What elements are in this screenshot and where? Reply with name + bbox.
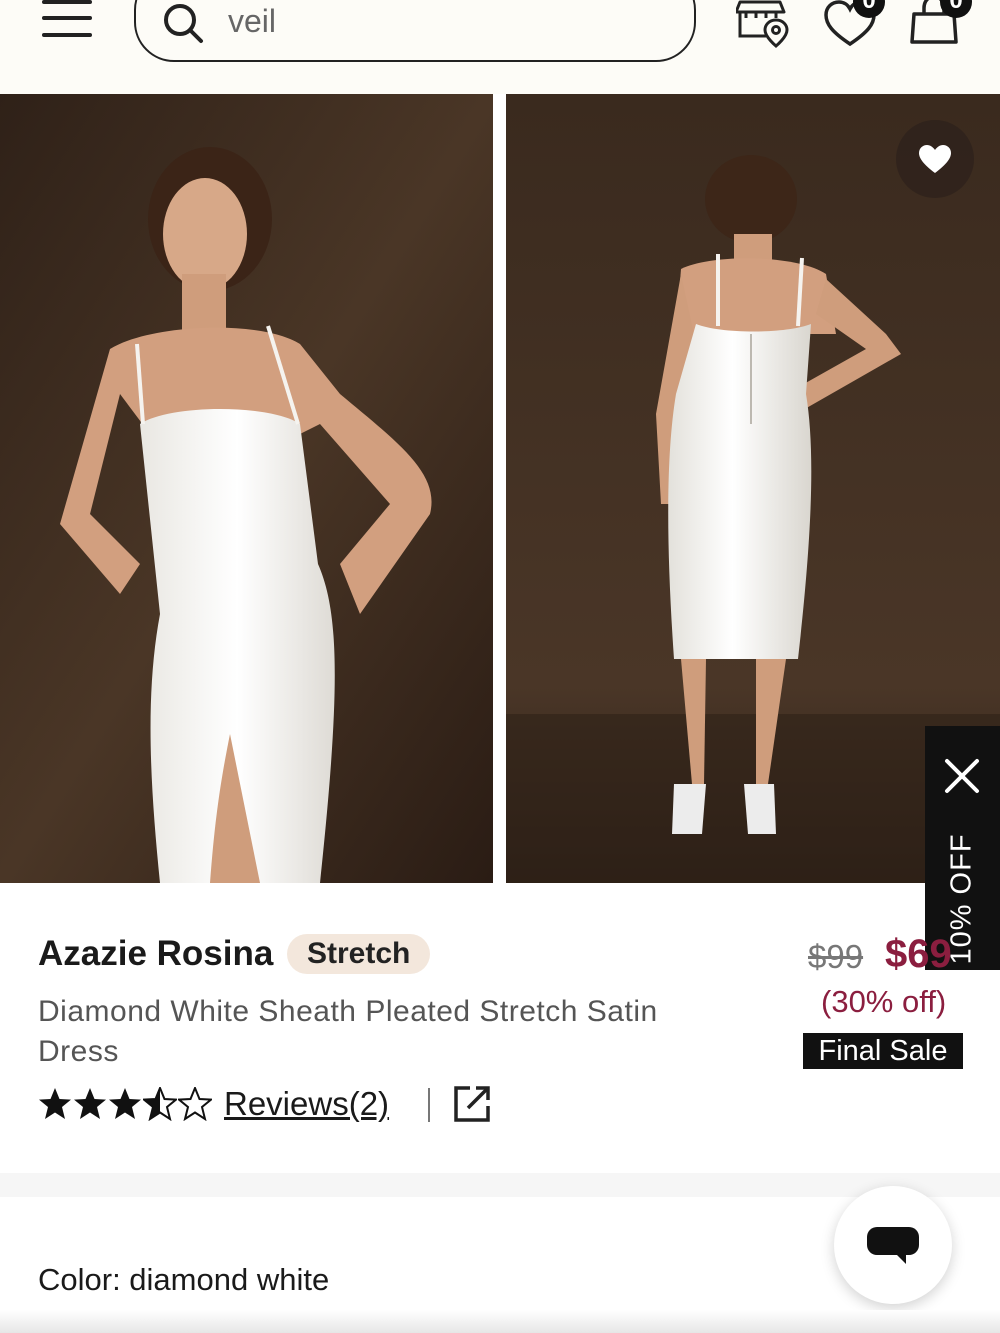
search-input[interactable]: veil [134, 0, 696, 62]
section-divider [0, 1173, 1000, 1197]
product-image-front[interactable] [0, 94, 493, 883]
product-gallery[interactable] [0, 94, 1000, 883]
close-icon[interactable] [944, 758, 980, 794]
sale-price: $69 [885, 932, 952, 976]
chat-bubble-icon [867, 1227, 919, 1264]
stretch-tag: Stretch [287, 934, 431, 974]
product-page: veil 0 0 10% OFF Azazie Rosina Stretch D… [0, 0, 1000, 1333]
discount-label: (30% off) [821, 984, 947, 1019]
bottom-shadow [0, 1310, 1000, 1333]
heart-icon [919, 145, 951, 173]
star-rating-icon[interactable] [38, 1086, 214, 1122]
share-icon[interactable] [452, 1084, 492, 1124]
top-header: veil 0 0 [0, 0, 1000, 94]
product-description: Diamond White Sheath Pleated Stretch Sat… [38, 995, 658, 1068]
favorite-button[interactable] [896, 120, 974, 198]
reviews-link[interactable]: Reviews(2) [224, 1084, 389, 1124]
final-sale-badge: Final Sale [803, 1033, 963, 1069]
original-price: $99 [808, 938, 864, 975]
menu-icon[interactable] [42, 0, 92, 40]
color-label: Color: diamond white [38, 1262, 330, 1297]
chat-button[interactable] [834, 1186, 952, 1304]
product-title: Azazie Rosina [38, 934, 274, 973]
divider [428, 1088, 430, 1122]
store-locator-icon[interactable] [736, 0, 792, 48]
search-icon [164, 4, 203, 43]
search-value: veil [228, 3, 277, 39]
